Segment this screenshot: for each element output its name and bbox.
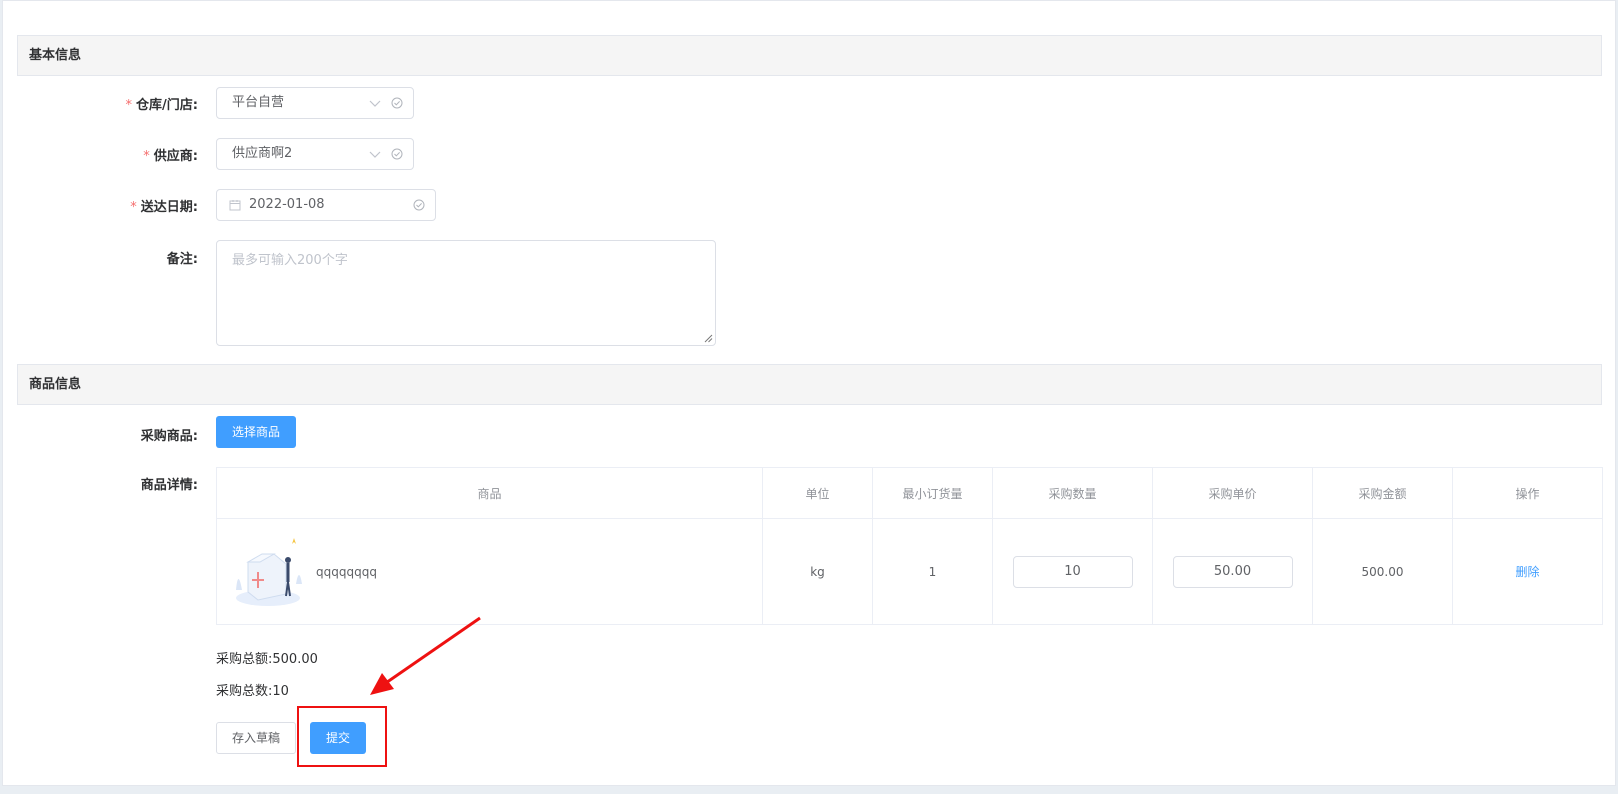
delivery-date-label-text: 送达日期: (140, 200, 198, 215)
header-unit: 单位 (762, 467, 873, 519)
annotation-highlight-box (297, 706, 387, 767)
remark-placeholder: 最多可输入200个字 (232, 253, 348, 268)
annotation-arrow-icon (370, 616, 481, 695)
qty-input[interactable]: 10 (1012, 555, 1133, 588)
remark-textarea[interactable]: 最多可输入200个字 (216, 240, 716, 346)
delivery-date-label: * 送达日期: (130, 196, 198, 215)
qty-cell: 10 (992, 518, 1153, 625)
delivery-date-value: 2022-01-08 (249, 197, 325, 212)
total-count-label: 采购总数: (216, 684, 273, 699)
total-amount: 采购总额:500.00 (216, 648, 318, 667)
resize-grip-icon[interactable] (704, 334, 713, 343)
header-min-order: 最小订货量 (872, 467, 993, 519)
total-count: 采购总数:10 (216, 680, 289, 699)
header-price: 采购单价 (1152, 467, 1313, 519)
warehouse-select[interactable]: 平台自营 (216, 87, 414, 119)
purchase-goods-label: 采购商品: (140, 429, 198, 444)
table-header-row: 商品 单位 最小订货量 采购数量 采购单价 采购金额 操作 (216, 467, 1603, 519)
warehouse-label-text: 仓库/门店: (136, 98, 198, 113)
warehouse-label: * 仓库/门店: (126, 94, 198, 113)
circle-check-icon (391, 97, 403, 109)
total-count-value: 10 (272, 684, 289, 699)
save-draft-button[interactable]: 存入草稿 (216, 722, 296, 754)
supplier-value: 供应商啊2 (232, 146, 293, 161)
amount-cell: 500.00 (1312, 518, 1453, 625)
supplier-select[interactable]: 供应商啊2 (216, 138, 414, 170)
chevron-down-icon (369, 100, 381, 107)
remark-label: 备注: (166, 252, 198, 267)
header-amount: 采购金额 (1312, 467, 1453, 519)
action-cell: 删除 (1452, 518, 1603, 625)
total-amount-label: 采购总额: (216, 652, 273, 667)
table-row: qqqqqqqq kg 1 10 50.00 500.00 删除 (216, 518, 1603, 625)
circle-check-icon (391, 148, 403, 160)
required-mark: * (143, 149, 150, 164)
min-order-cell: 1 (872, 518, 993, 625)
price-cell: 50.00 (1152, 518, 1313, 625)
section-basic-info: 基本信息 (17, 35, 1602, 76)
total-amount-value: 500.00 (272, 652, 318, 667)
price-input[interactable]: 50.00 (1172, 555, 1293, 588)
chevron-down-icon (369, 151, 381, 158)
product-cell: qqqqqqqq (216, 518, 763, 625)
header-qty: 采购数量 (992, 467, 1153, 519)
circle-check-icon (413, 199, 425, 211)
required-mark: * (130, 200, 137, 215)
goods-table: 商品 单位 最小订货量 采购数量 采购单价 采购金额 操作 qqqqqqqq k… (216, 467, 1603, 625)
unit-cell: kg (762, 518, 873, 625)
select-goods-button[interactable]: 选择商品 (216, 416, 296, 448)
header-product: 商品 (216, 467, 763, 519)
delete-link[interactable]: 删除 (1515, 565, 1539, 579)
supplier-label: * 供应商: (143, 145, 198, 164)
header-action: 操作 (1452, 467, 1603, 519)
goods-detail-label: 商品详情: (140, 478, 198, 493)
product-image (236, 537, 302, 606)
required-mark: * (125, 98, 133, 113)
section-goods-info: 商品信息 (17, 364, 1602, 405)
supplier-label-text: 供应商: (153, 149, 198, 164)
product-name: qqqqqqqq (316, 564, 377, 579)
calendar-icon (229, 200, 241, 211)
warehouse-value: 平台自营 (232, 95, 285, 110)
delivery-date-picker[interactable]: 2022-01-08 (216, 189, 436, 221)
